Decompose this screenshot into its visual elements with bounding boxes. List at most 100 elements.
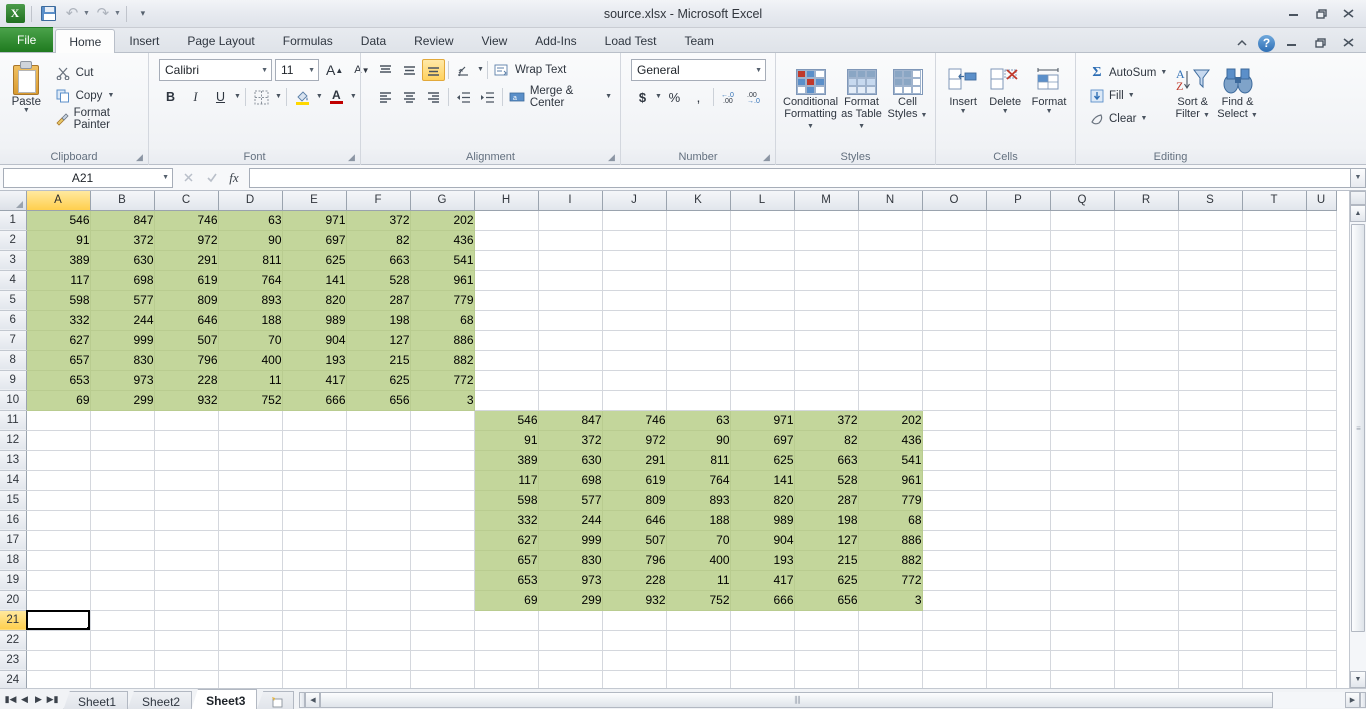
cell-j17[interactable]: 507 (602, 530, 667, 551)
wrap-text-button[interactable]: Wrap Text (491, 60, 569, 80)
restore-icon[interactable] (1308, 5, 1334, 23)
cell-j20[interactable]: 932 (602, 590, 667, 611)
first-sheet-icon[interactable]: ▮◀ (4, 694, 17, 705)
cell-h4[interactable] (474, 270, 539, 291)
cell-a13[interactable] (26, 450, 91, 471)
cell-t14[interactable] (1242, 470, 1307, 491)
cell-k23[interactable] (666, 650, 731, 671)
vertical-split-handle[interactable] (1350, 191, 1366, 205)
cell-e5[interactable]: 820 (282, 290, 347, 311)
cell-j12[interactable]: 972 (602, 430, 667, 451)
cell-o18[interactable] (922, 550, 987, 571)
comma-format-button[interactable]: , (687, 86, 710, 108)
column-header-a[interactable]: A (26, 191, 91, 211)
cell-p22[interactable] (986, 630, 1051, 651)
cell-i13[interactable]: 630 (538, 450, 603, 471)
cell-c16[interactable] (154, 510, 219, 531)
cell-o20[interactable] (922, 590, 987, 611)
column-header-p[interactable]: P (986, 191, 1051, 211)
cell-c2[interactable]: 972 (154, 230, 219, 251)
cell-t9[interactable] (1242, 370, 1307, 391)
cell-f23[interactable] (346, 650, 411, 671)
cell-h8[interactable] (474, 350, 539, 371)
cell-i21[interactable] (538, 610, 603, 631)
format-cells-button[interactable]: Format ▼ (1028, 59, 1070, 115)
cell-n19[interactable]: 772 (858, 570, 923, 591)
cell-r7[interactable] (1114, 330, 1179, 351)
cell-u10[interactable] (1306, 390, 1337, 411)
save-icon[interactable] (37, 3, 59, 25)
horizontal-scroll-track[interactable]: ∥∥ (320, 691, 1345, 708)
underline-dropdown-icon[interactable]: ▼ (234, 93, 241, 100)
close-window-icon[interactable] (1336, 34, 1362, 52)
cell-n14[interactable]: 961 (858, 470, 923, 491)
cell-r14[interactable] (1114, 470, 1179, 491)
cell-f2[interactable]: 82 (346, 230, 411, 251)
cell-s17[interactable] (1178, 530, 1243, 551)
cell-i22[interactable] (538, 630, 603, 651)
cell-m7[interactable] (794, 330, 859, 351)
cell-d4[interactable]: 764 (218, 270, 283, 291)
cell-l22[interactable] (730, 630, 795, 651)
cell-p20[interactable] (986, 590, 1051, 611)
cell-n23[interactable] (858, 650, 923, 671)
cell-e13[interactable] (282, 450, 347, 471)
cell-d8[interactable]: 400 (218, 350, 283, 371)
cell-h9[interactable] (474, 370, 539, 391)
cell-o14[interactable] (922, 470, 987, 491)
cell-r12[interactable] (1114, 430, 1179, 451)
cell-i7[interactable] (538, 330, 603, 351)
paste-dropdown-icon[interactable]: ▼ (23, 107, 30, 114)
number-format-combo[interactable]: General ▼ (631, 59, 766, 81)
cell-m11[interactable]: 372 (794, 410, 859, 431)
cell-d15[interactable] (218, 490, 283, 511)
horizontal-scrollbar[interactable]: ◀ ∥∥ ▶ (293, 689, 1366, 709)
cell-o16[interactable] (922, 510, 987, 531)
cell-m2[interactable] (794, 230, 859, 251)
cell-b17[interactable] (90, 530, 155, 551)
cell-u17[interactable] (1306, 530, 1337, 551)
cell-m20[interactable]: 656 (794, 590, 859, 611)
cell-t2[interactable] (1242, 230, 1307, 251)
cell-i4[interactable] (538, 270, 603, 291)
cell-g10[interactable]: 3 (410, 390, 475, 411)
cell-p4[interactable] (986, 270, 1051, 291)
cell-o10[interactable] (922, 390, 987, 411)
cell-h3[interactable] (474, 250, 539, 271)
cell-l15[interactable]: 820 (730, 490, 795, 511)
cell-t23[interactable] (1242, 650, 1307, 671)
cell-g5[interactable]: 779 (410, 290, 475, 311)
font-color-dropdown-icon[interactable]: ▼ (350, 93, 357, 100)
cell-styles-button[interactable]: Cell Styles ▼ (885, 59, 930, 120)
cell-o15[interactable] (922, 490, 987, 511)
cell-t6[interactable] (1242, 310, 1307, 331)
cell-e14[interactable] (282, 470, 347, 491)
cell-s16[interactable] (1178, 510, 1243, 531)
expand-formula-bar-icon[interactable]: ▼ (1350, 167, 1366, 188)
cell-l23[interactable] (730, 650, 795, 671)
cell-t8[interactable] (1242, 350, 1307, 371)
cell-l20[interactable]: 666 (730, 590, 795, 611)
align-top-icon[interactable] (374, 59, 397, 81)
cell-t19[interactable] (1242, 570, 1307, 591)
cell-j13[interactable]: 291 (602, 450, 667, 471)
cell-c8[interactable]: 796 (154, 350, 219, 371)
cell-b22[interactable] (90, 630, 155, 651)
cell-p18[interactable] (986, 550, 1051, 571)
fill-color-dropdown-icon[interactable]: ▼ (316, 93, 323, 100)
cell-k24[interactable] (666, 670, 731, 688)
column-header-s[interactable]: S (1178, 191, 1243, 211)
column-header-o[interactable]: O (922, 191, 987, 211)
cell-m19[interactable]: 625 (794, 570, 859, 591)
cell-j24[interactable] (602, 670, 667, 688)
cell-d1[interactable]: 63 (218, 210, 283, 231)
autosum-dropdown-icon[interactable]: ▼ (1160, 69, 1167, 76)
conditional-formatting-button[interactable]: Conditional Formatting ▼ (783, 59, 838, 132)
row-header-6[interactable]: 6 (0, 310, 27, 331)
cell-a20[interactable] (26, 590, 91, 611)
tab-home[interactable]: Home (55, 29, 116, 53)
cell-k2[interactable] (666, 230, 731, 251)
cell-o8[interactable] (922, 350, 987, 371)
row-header-15[interactable]: 15 (0, 490, 27, 511)
cell-q7[interactable] (1050, 330, 1115, 351)
